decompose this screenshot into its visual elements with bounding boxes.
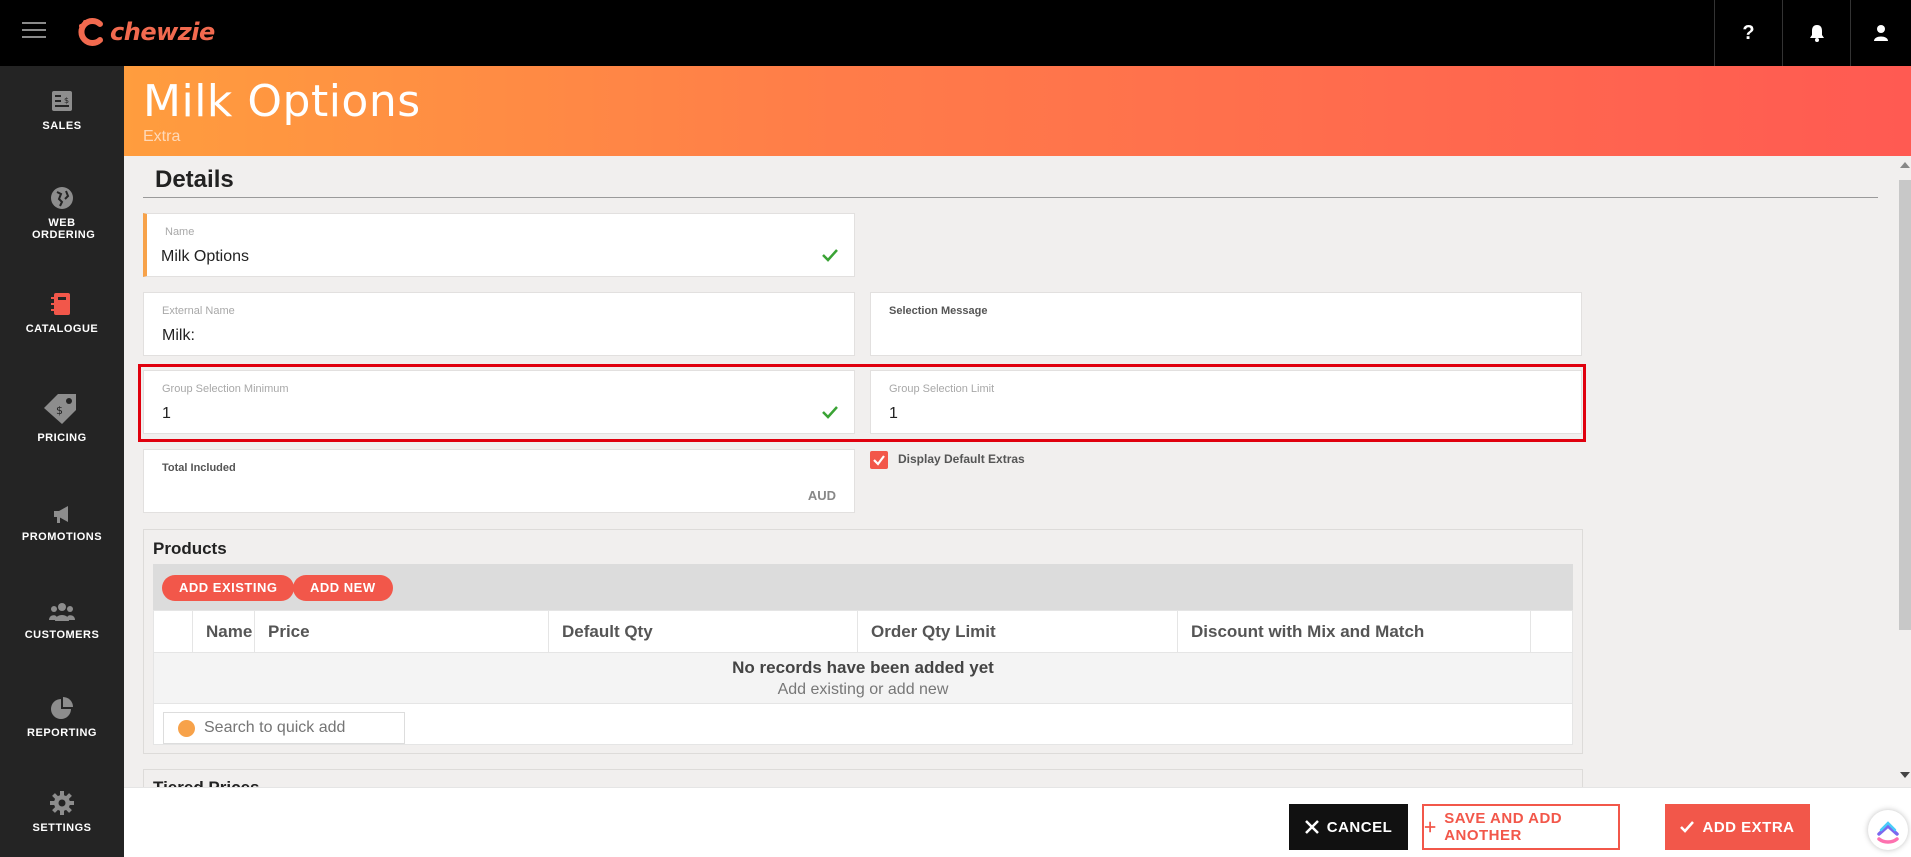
sidebar-item-label: CATALOGUE (25, 323, 99, 335)
column-header-name[interactable]: Name (193, 611, 255, 653)
add-existing-button[interactable]: ADD EXISTING (162, 575, 295, 601)
quick-add-search[interactable] (163, 712, 405, 744)
total-included-field[interactable]: Total Included AUD (143, 449, 855, 513)
column-header-default-qty[interactable]: Default Qty (549, 611, 858, 653)
megaphone-icon (54, 506, 68, 523)
sidebar-item-label: WEB ORDERING (32, 217, 96, 241)
empty-state-subtitle: Add existing or add new (777, 681, 949, 698)
empty-state-title: No records have been added yet (732, 658, 994, 677)
question-icon: ? (1742, 21, 1755, 44)
display-default-extras-label: Display Default Extras (898, 452, 1025, 466)
sidebar-item-sales[interactable]: $ SALES (0, 88, 124, 132)
tiered-prices-panel: Tiered Prices (143, 769, 1583, 789)
field-label: Name (165, 226, 195, 238)
close-icon (1304, 820, 1319, 834)
products-toolbar: ADD EXISTING ADD NEW (153, 564, 1573, 610)
display-default-extras-checkbox[interactable] (870, 451, 888, 469)
sidebar-item-label: SETTINGS (32, 822, 92, 834)
book-icon (51, 293, 70, 315)
divider (143, 197, 1878, 198)
user-icon (1874, 25, 1888, 41)
highlight-box (138, 364, 1586, 442)
page-header: Milk Options Extra (124, 66, 1911, 156)
sidebar: $ SALES WEB ORDERING CATALOGUE $ PRICING… (0, 66, 124, 857)
sidebar-item-customers[interactable]: CUSTOMERS (0, 601, 124, 641)
pie-chart-icon (51, 697, 73, 719)
column-header-order-qty-limit[interactable]: Order Qty Limit (858, 611, 1178, 653)
bell-icon (1809, 25, 1824, 42)
clickup-widget[interactable] (1868, 810, 1908, 850)
notifications-button[interactable] (1782, 0, 1850, 66)
checkmark-icon (873, 455, 885, 466)
field-label: External Name (162, 305, 235, 317)
selection-message-field[interactable]: Selection Message (870, 292, 1582, 356)
users-icon (49, 603, 75, 621)
details-heading: Details (155, 166, 234, 193)
column-header-price[interactable]: Price (255, 611, 549, 653)
name-field[interactable]: Name Milk Options (143, 213, 855, 277)
sidebar-item-web-ordering[interactable]: WEB ORDERING (0, 185, 124, 241)
globe-icon (51, 187, 73, 209)
chewzie-logo-icon (78, 18, 103, 46)
tag-icon: $ (44, 394, 76, 424)
sidebar-item-label: PRICING (37, 432, 87, 444)
search-icon (178, 720, 195, 737)
hamburger-icon[interactable] (22, 22, 46, 40)
brand-name: chewzie (110, 18, 215, 46)
svg-text:$: $ (64, 96, 69, 105)
plus-icon (1424, 821, 1436, 833)
field-label: Selection Message (889, 305, 988, 317)
products-heading: Products (153, 539, 227, 558)
sidebar-item-label: REPORTING (27, 727, 97, 739)
checkmark-icon (1680, 821, 1695, 833)
add-new-button[interactable]: ADD NEW (293, 575, 393, 601)
scroll-up-arrow-icon[interactable] (1900, 162, 1910, 168)
save-and-add-another-button[interactable]: SAVE AND ADD ANOTHER (1422, 804, 1620, 850)
help-button[interactable]: ? (1714, 0, 1782, 66)
user-menu-button[interactable] (1850, 0, 1911, 66)
empty-state: No records have been added yet Add exist… (154, 653, 1572, 704)
column-header-select (154, 611, 193, 653)
gear-icon (50, 791, 74, 815)
save-and-add-another-label: SAVE AND ADD ANOTHER (1444, 810, 1563, 844)
sidebar-item-settings[interactable]: SETTINGS (0, 790, 124, 834)
sidebar-item-label: SALES (42, 120, 82, 132)
field-value: Milk Options (161, 248, 250, 265)
check-icon (822, 249, 838, 262)
field-label: Total Included (162, 462, 236, 474)
currency-suffix: AUD (807, 488, 836, 503)
add-extra-label: ADD EXTRA (1702, 818, 1795, 836)
sidebar-item-pricing[interactable]: $ PRICING (0, 390, 124, 444)
sales-icon: $ (52, 91, 72, 111)
table-header: Name Price Default Qty Order Qty Limit D… (154, 611, 1572, 653)
field-value: Milk: (162, 327, 195, 344)
top-bar: chewzie ? (0, 0, 1911, 66)
sidebar-item-label: PROMOTIONS (21, 531, 103, 543)
footer-actions: CANCEL SAVE AND ADD ANOTHER ADD EXTRA (124, 787, 1911, 857)
cancel-button[interactable]: CANCEL (1289, 804, 1408, 850)
sidebar-item-reporting[interactable]: REPORTING (0, 695, 124, 739)
scrollbar-thumb[interactable] (1899, 180, 1911, 630)
sidebar-item-label: CUSTOMERS (24, 629, 100, 641)
svg-text:$: $ (56, 404, 63, 417)
sidebar-item-catalogue[interactable]: CATALOGUE (0, 291, 124, 335)
clickup-logo-icon (1877, 821, 1899, 844)
external-name-field[interactable]: External Name Milk: (143, 292, 855, 356)
brand-logo[interactable]: chewzie (76, 12, 215, 52)
sidebar-item-promotions[interactable]: PROMOTIONS (0, 503, 124, 543)
scroll-down-arrow-icon[interactable] (1900, 772, 1910, 778)
cancel-label: CANCEL (1326, 818, 1393, 836)
add-extra-button[interactable]: ADD EXTRA (1665, 804, 1810, 850)
products-table: Name Price Default Qty Order Qty Limit D… (153, 610, 1573, 745)
products-panel: Products ADD EXISTING ADD NEW Name Price… (143, 529, 1583, 754)
page-title: Milk Options (143, 76, 421, 127)
page-subtitle: Extra (143, 128, 181, 145)
column-header-discount-mix-match[interactable]: Discount with Mix and Match (1178, 611, 1531, 653)
search-input[interactable] (204, 717, 394, 739)
